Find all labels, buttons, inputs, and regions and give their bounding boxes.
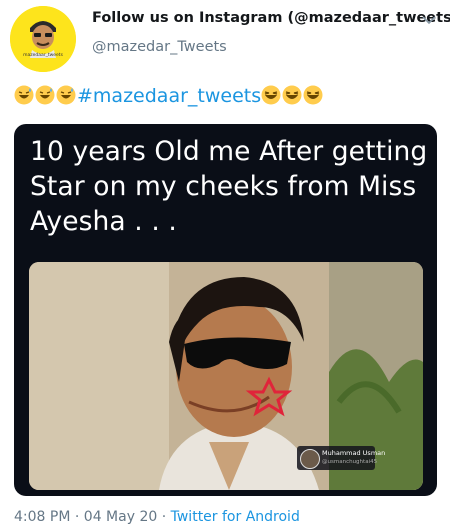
grinning-sweat-emoji <box>56 85 76 105</box>
tweet-source[interactable]: Twitter for Android <box>171 509 300 525</box>
tweet-time[interactable]: 4:08 PM <box>14 509 70 525</box>
user-handle[interactable]: @mazedar_Tweets <box>92 39 227 55</box>
cartoon-face-icon: mazedaar_tweets <box>10 6 76 72</box>
watermark: Muhammad Usman @usmanchughtai45 <box>297 446 385 470</box>
grinning-sweat-emoji <box>35 85 55 105</box>
watermark-handle: @usmanchughtai45 <box>322 459 378 465</box>
hashtag-link[interactable]: #mazedaar_tweets <box>77 85 261 107</box>
avatar-label: mazedaar_tweets <box>23 52 63 58</box>
media-card[interactable]: 10 years Old me After getting Star on my… <box>14 124 437 496</box>
display-name[interactable]: Follow us on Instagram (@mazedaar_tweets… <box>92 10 450 26</box>
watermark-name: Muhammad Usman <box>322 449 386 457</box>
laughing-emoji <box>303 85 323 105</box>
tweet-meta: 4:08 PM · 04 May 20 · Twitter for Androi… <box>14 509 300 525</box>
laughing-emoji <box>261 85 281 105</box>
tweet-date[interactable]: 04 May 20 <box>84 509 157 525</box>
meme-caption: 10 years Old me After getting Star on my… <box>30 136 428 237</box>
meta-separator: · <box>161 509 167 525</box>
profile-avatar[interactable]: mazedaar_tweets <box>10 6 76 72</box>
grinning-sweat-emoji <box>14 85 34 105</box>
watermark-avatar <box>300 449 320 469</box>
laughing-emoji <box>282 85 302 105</box>
tweet-text: #mazedaar_tweets <box>14 83 324 109</box>
chevron-down-icon[interactable] <box>420 12 438 26</box>
meme-photo[interactable]: Muhammad Usman @usmanchughtai45 <box>29 262 423 490</box>
meta-separator: · <box>74 509 80 525</box>
